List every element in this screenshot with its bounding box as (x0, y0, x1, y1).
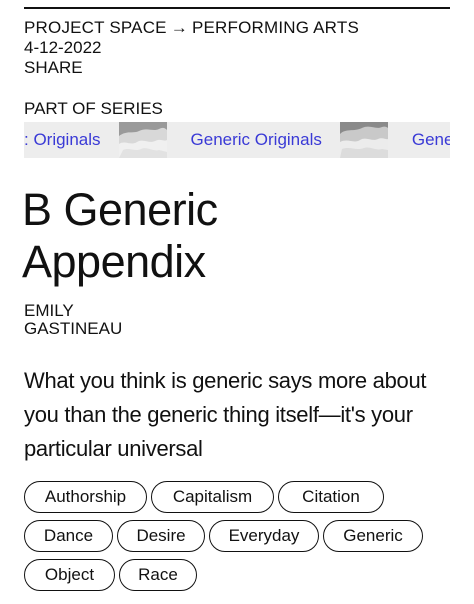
author-last-name: GASTINEAU (24, 319, 123, 338)
author-byline: EMILY GASTINEAU (24, 302, 224, 338)
tag-everyday[interactable]: Everyday (209, 520, 319, 552)
tag-authorship[interactable]: Authorship (24, 481, 147, 513)
tag-row: Authorship Capitalism Citation (24, 481, 454, 515)
article-title: B Generic Appendix (22, 184, 442, 288)
tag-race[interactable]: Race (119, 559, 197, 591)
tag-capitalism[interactable]: Capitalism (151, 481, 274, 513)
series-name: Generic Originals (190, 130, 322, 149)
series-name-fragment: Gene (411, 130, 450, 149)
breadcrumb: PROJECT SPACE → PERFORMING ARTS (24, 18, 359, 38)
series-name-fragment: : Originals (24, 130, 101, 149)
tag-desire[interactable]: Desire (117, 520, 205, 552)
series-label: PART OF SERIES (24, 99, 163, 118)
tag-object[interactable]: Object (24, 559, 115, 591)
series-thumbnail (339, 122, 388, 158)
article-summary: What you think is generic says more abou… (24, 368, 427, 461)
share-button[interactable]: SHARE (24, 58, 83, 78)
article-title-line: Appendix (22, 236, 206, 287)
article-page: PROJECT SPACE → PERFORMING ARTS 4-12-2022 … (0, 0, 474, 604)
tag-dance[interactable]: Dance (24, 520, 113, 552)
series-marquee-track: : Originals Generic Originals Gene (24, 122, 450, 158)
article-title-line: B Generic (22, 184, 218, 235)
tag-row: Object Race (24, 559, 454, 593)
series-thumbnail (118, 122, 167, 158)
tag-generic[interactable]: Generic (323, 520, 423, 552)
breadcrumb-performing-arts-link[interactable]: PERFORMING ARTS (192, 18, 359, 37)
publish-date: 4-12-2022 (24, 38, 102, 57)
tag-list: Authorship Capitalism Citation Dance Des… (24, 481, 454, 598)
author-first-name: EMILY (24, 301, 74, 320)
author-link[interactable]: EMILY GASTINEAU (24, 301, 122, 338)
series-marquee-link[interactable]: : Originals Generic Originals Gene (24, 122, 450, 158)
tag-citation[interactable]: Citation (278, 481, 384, 513)
tag-row: Dance Desire Everyday Generic (24, 520, 454, 554)
arrow-right-icon: → (170, 18, 188, 37)
breadcrumb-project-space-link[interactable]: PROJECT SPACE (24, 18, 167, 37)
top-divider (24, 7, 450, 9)
